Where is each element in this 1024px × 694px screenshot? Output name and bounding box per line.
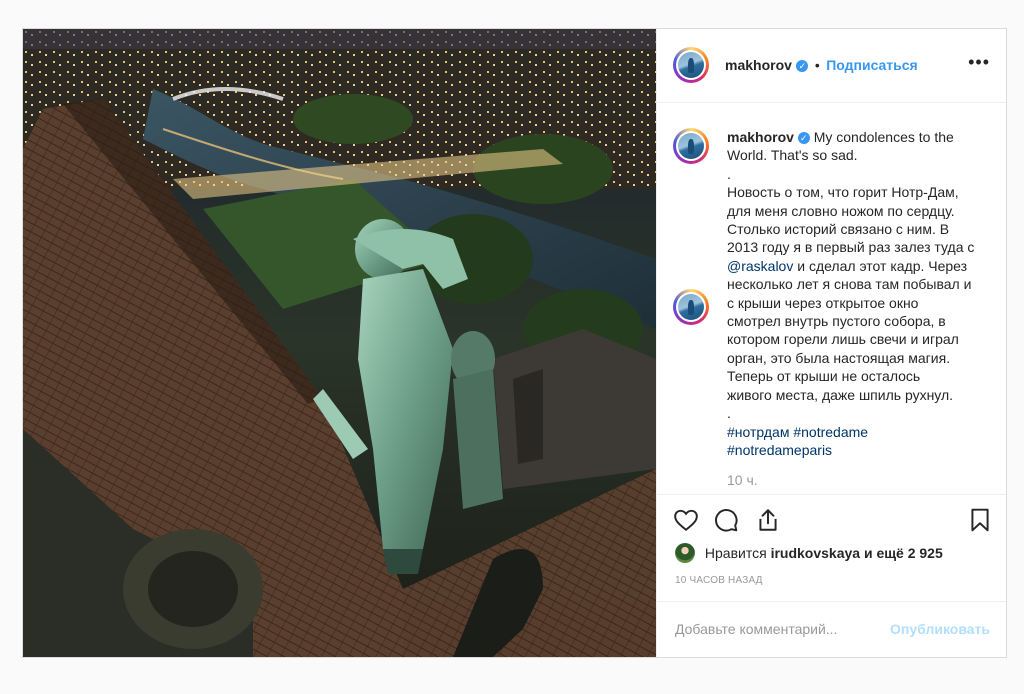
post-sidebar: makhorov ✓ • Подписаться ••• makhorov ✓ … [656,29,1006,657]
post-date[interactable]: 10 ЧАСОВ НАЗАД [675,575,763,586]
follow-separator: • [814,57,820,73]
caption-line: с крыши через открытое окно [727,294,919,311]
comment-form: Опубликовать [657,601,1006,657]
caption-line: @raskalov и сделал этот кадр. Через [727,257,989,275]
caption-line: котором горели лишь свечи и играл [727,331,959,348]
follow-button[interactable]: Подписаться [826,57,918,73]
bookmark-icon[interactable] [967,507,993,533]
caption-line: для меня словно ножом по сердцу. [727,202,955,219]
caption-username[interactable]: makhorov [727,129,794,145]
caption-line: . [727,405,731,422]
publish-button[interactable]: Опубликовать [890,621,990,637]
caption-time[interactable]: 10 ч. [727,472,758,488]
caption-line: 2013 году я в первый раз залез туда с [727,239,975,256]
liker-username[interactable]: irudkovskaya [771,545,861,561]
instagram-post: makhorov ✓ • Подписаться ••• makhorov ✓ … [22,28,1007,658]
verified-icon: ✓ [797,132,810,144]
more-options-icon[interactable]: ••• [968,53,990,71]
caption-line: . [727,165,731,182]
caption-line: Теперь от крыши не осталось [727,368,921,385]
caption-author-avatar-top[interactable] [673,128,709,164]
caption-line: орган, это была настоящая магия. [727,349,951,366]
post-photo[interactable] [23,29,656,657]
post-header: makhorov ✓ • Подписаться ••• [657,29,1006,103]
likes-prefix: Нравится [704,545,767,561]
likes-summary: Нравится irudkovskaya и ещё 2 925 [675,543,943,563]
caption-line: Столько историй связано с ним. В [727,221,950,238]
share-icon[interactable] [755,507,781,533]
caption-line: makhorov ✓ My condolences to the [727,128,989,146]
header-user-row: makhorov ✓ • Подписаться [725,57,918,75]
author-username[interactable]: makhorov [725,57,792,73]
caption-line: смотрел внутрь пустого собора, в [727,313,946,330]
notre-dame-photo-illustration [23,29,656,657]
caption-line: живого места, даже шпиль рухнул. [727,386,954,403]
action-bar [657,494,1006,542]
liker-avatar[interactable] [675,543,695,563]
hashtag-link[interactable]: #notredameparis [727,441,989,459]
caption-text: My condolences to the [813,129,954,145]
post-caption: makhorov ✓ My condolences to the World. … [727,128,989,459]
comment-icon[interactable] [713,507,739,533]
heart-icon[interactable] [673,507,699,533]
author-avatar[interactable] [673,47,709,83]
caption-author-avatar[interactable] [673,289,709,325]
hashtag-links[interactable]: #нотрдам #notredame [727,423,989,441]
caption-line: несколько лет я снова там побывал и [727,276,972,293]
likes-count[interactable]: и ещё 2 925 [864,545,943,561]
verified-icon: ✓ [796,60,809,72]
comment-input[interactable] [673,620,897,638]
caption-line: Новость о том, что горит Нотр-Дам, [727,184,959,201]
mention-link[interactable]: @raskalov [727,258,793,274]
caption-line: World. That's so sad. [727,147,858,164]
caption-text: и сделал этот кадр. Через [797,257,968,274]
